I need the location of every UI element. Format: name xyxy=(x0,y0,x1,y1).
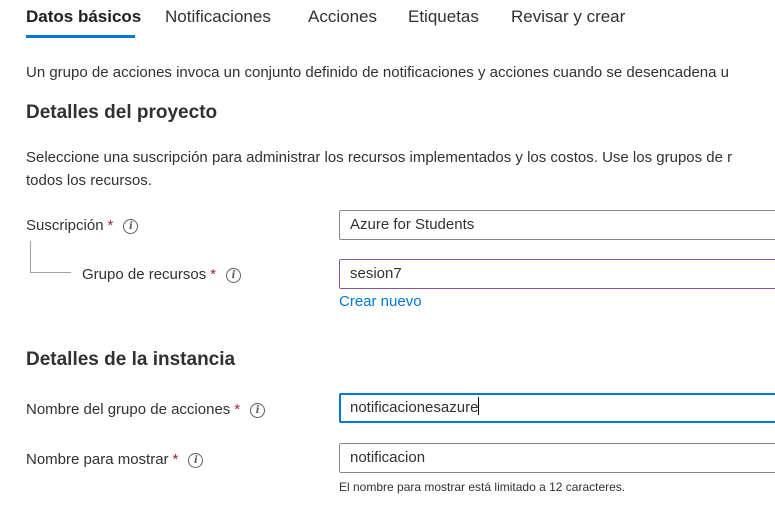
required-marker: * xyxy=(107,217,114,234)
project-description-line1: Seleccione una suscripción para administ… xyxy=(26,149,733,166)
tab-datos-basicos[interactable]: Datos básicos xyxy=(26,7,141,27)
project-details-heading: Detalles del proyecto xyxy=(26,102,218,123)
tree-connector xyxy=(30,241,71,273)
display-name-label-row: Nombre para mostrar * i xyxy=(26,451,204,468)
intro-text: Un grupo de acciones invoca un conjunto … xyxy=(26,64,729,81)
info-icon[interactable]: i xyxy=(250,403,266,418)
tab-acciones[interactable]: Acciones xyxy=(308,7,377,27)
tab-etiquetas[interactable]: Etiquetas xyxy=(408,7,479,27)
resource-group-label-row: Grupo de recursos * i xyxy=(82,266,242,283)
tab-notificaciones[interactable]: Notificaciones xyxy=(165,7,271,27)
subscription-label-row: Suscripción * i xyxy=(26,217,139,234)
project-description-line2: todos los recursos. xyxy=(26,172,152,189)
info-icon[interactable]: i xyxy=(226,268,242,283)
display-name-label: Nombre para mostrar xyxy=(26,451,169,468)
info-icon[interactable]: i xyxy=(188,453,204,468)
required-marker: * xyxy=(172,451,179,468)
resource-group-select[interactable]: sesion7 xyxy=(339,259,775,289)
create-new-link[interactable]: Crear nuevo xyxy=(339,293,422,310)
display-name-input[interactable]: notificacion xyxy=(339,443,775,473)
required-marker: * xyxy=(234,401,241,418)
action-group-name-label-row: Nombre del grupo de acciones * i xyxy=(26,401,266,418)
resource-group-label: Grupo de recursos xyxy=(82,266,207,283)
info-icon[interactable]: i xyxy=(123,219,139,234)
subscription-label: Suscripción xyxy=(26,217,104,234)
required-marker: * xyxy=(210,266,217,283)
subscription-select[interactable]: Azure for Students xyxy=(339,210,775,240)
tab-revisar-y-crear[interactable]: Revisar y crear xyxy=(511,7,625,27)
action-group-name-label: Nombre del grupo de acciones xyxy=(26,401,231,418)
action-group-name-value: notificacionesazure xyxy=(350,399,479,416)
active-tab-indicator xyxy=(26,35,135,38)
text-cursor xyxy=(478,397,480,415)
action-group-name-input[interactable]: notificacionesazure xyxy=(339,393,775,423)
instance-details-heading: Detalles de la instancia xyxy=(26,349,236,370)
display-name-hint: El nombre para mostrar está limitado a 1… xyxy=(339,480,626,494)
